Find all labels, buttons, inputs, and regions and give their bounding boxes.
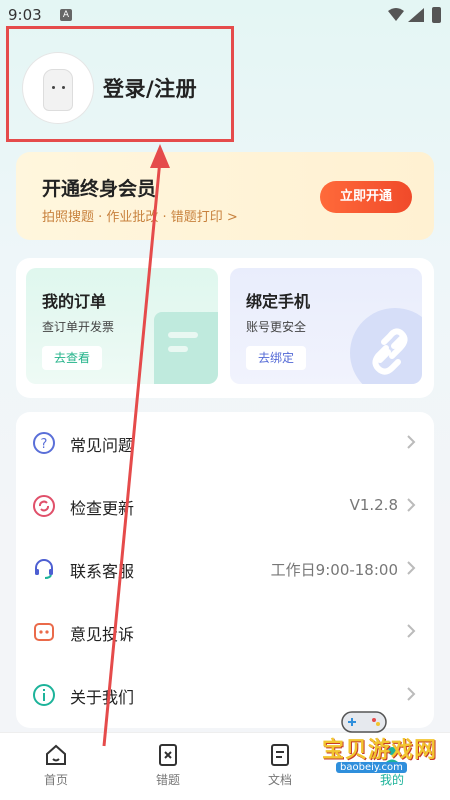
annotation-arrow (102, 144, 170, 747)
watermark: 宝贝游戏网 baobeiy.com (298, 706, 448, 782)
watermark-text: 宝贝游戏网 (322, 738, 438, 763)
watermark-url: baobeiy.com (336, 762, 407, 773)
